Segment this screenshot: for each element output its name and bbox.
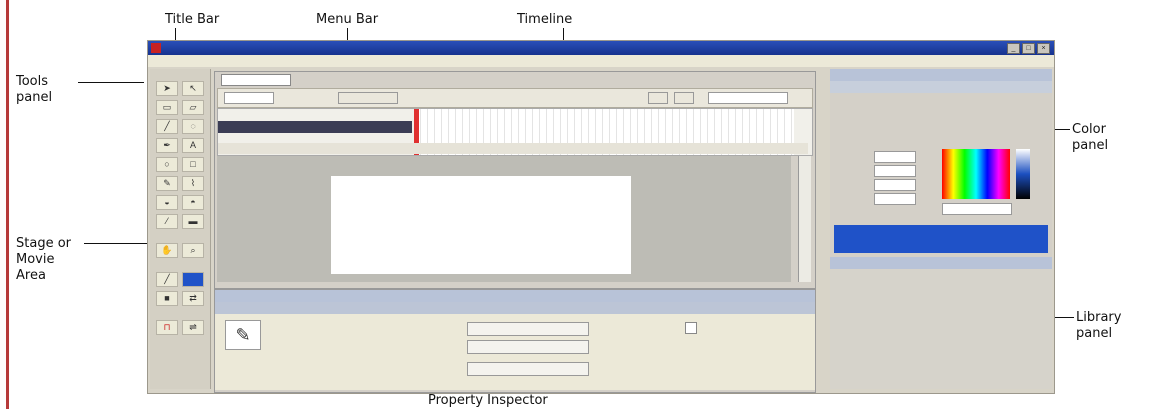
tools-panel: ➤ ↖ ▭ ▱ ╱ ◌ ✒ A ○ □ ✎ ⌇ ◒ ◓ ⁄ ▬ ✋ ⌕ ╱ ■ … [150,69,211,389]
layer-row[interactable] [218,121,412,133]
edit-bar [217,88,813,108]
property-inspector-tabs[interactable] [215,302,815,314]
colors-tools-grid: ╱ ■ ⇄ [150,272,210,306]
oval-tool-icon[interactable]: ○ [156,157,178,172]
color-spectrum[interactable] [942,149,1010,199]
size-button[interactable] [467,322,589,336]
right-panels [830,69,1052,389]
smooth-option-icon[interactable]: ⇌ [182,320,204,335]
hex-field[interactable] [942,203,1012,215]
frame-accent-line [6,0,9,409]
document-tab[interactable] [221,74,291,86]
eraser-tool-icon[interactable]: ▬ [182,214,204,229]
document-icon: ✎ [225,320,261,350]
device-settings-button[interactable] [467,362,589,376]
color-brightness-slider[interactable] [1016,149,1030,199]
paint-bucket-tool-icon[interactable]: ◓ [182,195,204,210]
color-preview-bar [834,225,1048,253]
callout-tools-panel: Tools panel [16,74,53,105]
callout-timeline: Timeline [517,12,573,27]
view-tools-grid: ✋ ⌕ [150,243,210,258]
stage[interactable] [331,176,631,274]
stroke-color-icon[interactable]: ╱ [156,272,178,287]
close-button[interactable]: × [1037,43,1050,54]
color-panel-header[interactable] [830,69,1052,81]
window-controls: _ □ × [1007,43,1050,54]
stage-vertical-scrollbar[interactable] [798,156,811,282]
black-white-icon[interactable]: ■ [156,291,178,306]
library-panel-header[interactable] [830,257,1052,269]
free-transform-tool-icon[interactable]: ▭ [156,100,178,115]
lasso-tool-icon[interactable]: ◌ [182,119,204,134]
eyedropper-tool-icon[interactable]: ⁄ [156,214,178,229]
title-bar: _ □ × [148,41,1054,55]
edit-scene-icon[interactable] [648,92,668,104]
gradient-tool-icon[interactable]: ▱ [182,100,204,115]
color-panel-tabs[interactable] [830,81,1052,93]
subselect-tool-icon[interactable]: ↖ [182,81,204,96]
edit-symbols-icon[interactable] [674,92,694,104]
timeline-status-bar [218,143,808,154]
hand-tool-icon[interactable]: ✋ [156,243,178,258]
maximize-button[interactable]: □ [1022,43,1035,54]
alpha-field[interactable] [874,193,916,205]
options-tools-grid: ⊓ ⇌ [150,320,210,335]
flash-application-window: _ □ × ➤ ↖ ▭ ▱ ╱ ◌ ✒ A ○ □ ✎ ⌇ ◒ ◓ ⁄ ▬ ✋ … [147,40,1055,394]
callout-color-panel: Color panel [1072,122,1109,153]
fill-color-icon[interactable] [182,272,204,287]
ink-bottle-tool-icon[interactable]: ◒ [156,195,178,210]
snap-option-icon[interactable]: ⊓ [156,320,178,335]
blue-field[interactable] [874,179,916,191]
brush-tool-icon[interactable]: ⌇ [182,176,204,191]
menu-bar [148,55,1054,67]
zoom-select[interactable] [708,92,788,104]
property-inspector-header[interactable] [215,290,815,302]
callout-menu-bar: Menu Bar [316,12,379,27]
red-field[interactable] [874,151,916,163]
callout-title-bar: Title Bar [165,12,220,27]
pen-tool-icon[interactable]: ✒ [156,138,178,153]
timeline [217,108,813,156]
rectangle-tool-icon[interactable]: □ [182,157,204,172]
green-field[interactable] [874,165,916,177]
line-tool-icon[interactable]: ╱ [156,119,178,134]
callout-tools-panel-leader [78,82,144,83]
publish-settings-button[interactable] [467,340,589,354]
timeline-toggle-button[interactable] [224,92,274,104]
swap-colors-icon[interactable]: ⇄ [182,291,204,306]
minimize-button[interactable]: _ [1007,43,1020,54]
scene-selector[interactable] [338,92,398,104]
callout-stage: Stage or Movie Area [16,236,71,283]
background-color-swatch[interactable] [685,322,697,334]
library-panel [830,269,1052,389]
arrow-tool-icon[interactable]: ➤ [156,81,178,96]
pencil-tool-icon[interactable]: ✎ [156,176,178,191]
document-window [214,71,816,289]
stage-area [217,156,791,282]
text-tool-icon[interactable]: A [182,138,204,153]
app-icon [151,43,161,53]
callout-library-panel: Library panel [1076,310,1122,341]
callout-property-inspector: Property Inspector [428,393,548,408]
property-inspector-body: ✎ [215,314,815,390]
tools-grid: ➤ ↖ ▭ ▱ ╱ ◌ ✒ A ○ □ ✎ ⌇ ◒ ◓ ⁄ ▬ [150,81,210,229]
zoom-tool-icon[interactable]: ⌕ [182,243,204,258]
property-inspector: ✎ [214,289,816,393]
